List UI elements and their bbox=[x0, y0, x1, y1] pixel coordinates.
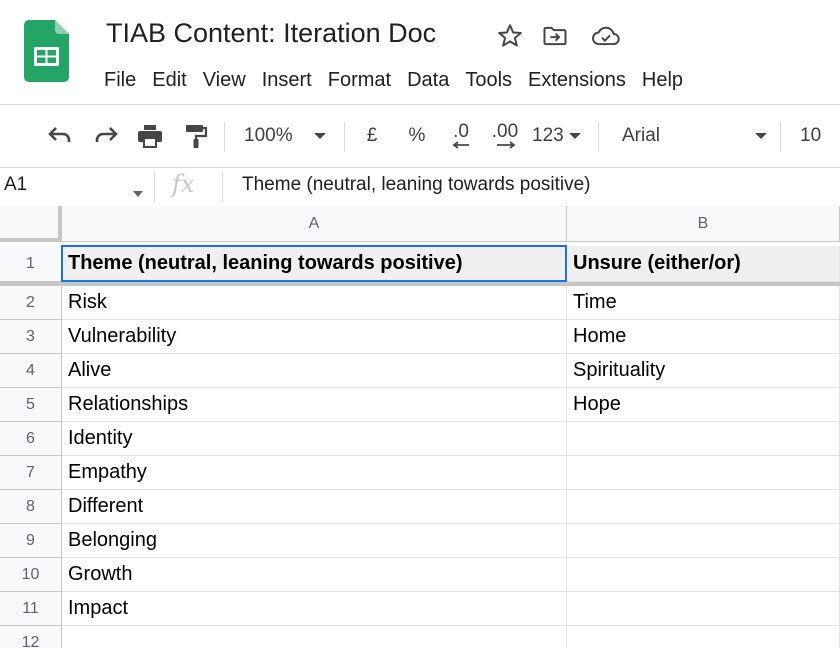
menu-file[interactable]: File bbox=[96, 64, 144, 96]
row-header[interactable]: 12 bbox=[0, 626, 62, 648]
table-cell[interactable]: Relationships bbox=[62, 388, 567, 422]
currency-format-button[interactable]: £ bbox=[360, 122, 384, 150]
more-formats-button[interactable]: 123 bbox=[532, 122, 586, 150]
row-header[interactable]: 6 bbox=[0, 422, 62, 456]
formula-divider bbox=[222, 172, 223, 202]
row-header[interactable]: 7 bbox=[0, 456, 62, 490]
cloud-saved-icon[interactable] bbox=[591, 22, 620, 50]
menu-tools[interactable]: Tools bbox=[457, 64, 520, 96]
star-icon[interactable] bbox=[496, 22, 524, 50]
fx-icon: fx bbox=[172, 170, 195, 198]
decrease-decimal-button[interactable]: .0 bbox=[444, 122, 478, 150]
table-cell[interactable]: Time bbox=[567, 286, 840, 320]
row-header[interactable]: 10 bbox=[0, 558, 62, 592]
menu-help[interactable]: Help bbox=[634, 64, 691, 96]
table-cell[interactable] bbox=[567, 456, 840, 490]
header-cell[interactable]: Unsure (either/or) bbox=[567, 246, 840, 282]
percent-format-button[interactable]: % bbox=[405, 122, 429, 150]
toolbar-separator bbox=[780, 122, 781, 152]
arrow-left-icon bbox=[452, 141, 469, 149]
chevron-down-icon[interactable] bbox=[133, 184, 143, 202]
table-cell[interactable] bbox=[567, 558, 840, 592]
chevron-down-icon bbox=[313, 132, 327, 140]
menu-view[interactable]: View bbox=[195, 64, 254, 96]
row-header[interactable]: 4 bbox=[0, 354, 62, 388]
arrow-right-icon bbox=[497, 141, 516, 149]
name-box[interactable]: A1 bbox=[4, 174, 27, 196]
menu-edit[interactable]: Edit bbox=[144, 64, 194, 96]
move-to-folder-icon[interactable] bbox=[541, 22, 569, 50]
row-header[interactable]: 9 bbox=[0, 524, 62, 558]
row-header[interactable]: 5 bbox=[0, 388, 62, 422]
formula-input[interactable]: Theme (neutral, leaning towards positive… bbox=[242, 174, 591, 196]
table-cell[interactable]: Alive bbox=[62, 354, 567, 388]
row-header[interactable]: 8 bbox=[0, 490, 62, 524]
font-family-select[interactable]: Arial bbox=[622, 122, 768, 150]
table-cell[interactable] bbox=[567, 422, 840, 456]
table-cell[interactable]: Empathy bbox=[62, 456, 567, 490]
table-cell[interactable] bbox=[567, 490, 840, 524]
row-header[interactable]: 2 bbox=[0, 286, 62, 320]
undo-icon[interactable] bbox=[44, 122, 76, 150]
table-cell[interactable] bbox=[567, 592, 840, 626]
sheet-grid: A B 1 Theme (neutral, leaning towards pos… bbox=[0, 206, 840, 648]
table-cell[interactable] bbox=[62, 626, 567, 648]
redo-icon[interactable] bbox=[90, 122, 122, 150]
formula-divider bbox=[154, 172, 155, 202]
table-cell[interactable]: Spirituality bbox=[567, 354, 840, 388]
row-header[interactable]: 3 bbox=[0, 320, 62, 354]
chevron-down-icon bbox=[568, 132, 582, 140]
table-cell[interactable]: Identity bbox=[62, 422, 567, 456]
menu-data[interactable]: Data bbox=[399, 64, 457, 96]
row-header[interactable]: 1 bbox=[0, 246, 62, 282]
zoom-select[interactable]: 100% bbox=[244, 122, 334, 150]
select-all-corner[interactable] bbox=[0, 206, 62, 242]
print-icon[interactable] bbox=[135, 122, 165, 150]
header-cell[interactable]: Theme (neutral, leaning towards positive… bbox=[62, 246, 567, 282]
formula-bar: A1 fx Theme (neutral, leaning towards po… bbox=[0, 168, 840, 206]
table-cell[interactable] bbox=[567, 626, 840, 648]
document-title[interactable]: TIAB Content: Iteration Doc bbox=[106, 18, 436, 49]
toolbar-separator bbox=[344, 122, 345, 152]
sheets-logo[interactable] bbox=[24, 20, 69, 82]
menu-extensions[interactable]: Extensions bbox=[520, 64, 634, 96]
table-cell[interactable]: Hope bbox=[567, 388, 840, 422]
menu-bar: File Edit View Insert Format Data Tools … bbox=[96, 64, 691, 96]
menu-format[interactable]: Format bbox=[320, 64, 399, 96]
menu-insert[interactable]: Insert bbox=[254, 64, 320, 96]
table-cell[interactable]: Vulnerability bbox=[62, 320, 567, 354]
increase-decimal-button[interactable]: .00 bbox=[486, 122, 524, 150]
column-header-b[interactable]: B bbox=[567, 206, 840, 242]
table-cell[interactable]: Different bbox=[62, 490, 567, 524]
toolbar: 100% £ % .0 .00 123 Arial 10 bbox=[0, 108, 840, 164]
table-cell[interactable] bbox=[567, 524, 840, 558]
table-cell[interactable]: Impact bbox=[62, 592, 567, 626]
font-name: Arial bbox=[622, 125, 661, 146]
header-divider bbox=[0, 104, 840, 105]
font-size-input[interactable]: 10 bbox=[800, 122, 834, 150]
zoom-value: 100% bbox=[244, 125, 293, 146]
toolbar-separator bbox=[598, 122, 599, 152]
paint-format-icon[interactable] bbox=[182, 122, 210, 150]
row-header[interactable]: 11 bbox=[0, 592, 62, 626]
table-cell[interactable]: Home bbox=[567, 320, 840, 354]
table-cell[interactable]: Belonging bbox=[62, 524, 567, 558]
chevron-down-icon bbox=[754, 132, 768, 140]
table-cell[interactable]: Risk bbox=[62, 286, 567, 320]
column-header-a[interactable]: A bbox=[62, 206, 567, 242]
table-cell[interactable]: Growth bbox=[62, 558, 567, 592]
toolbar-separator bbox=[224, 122, 225, 152]
